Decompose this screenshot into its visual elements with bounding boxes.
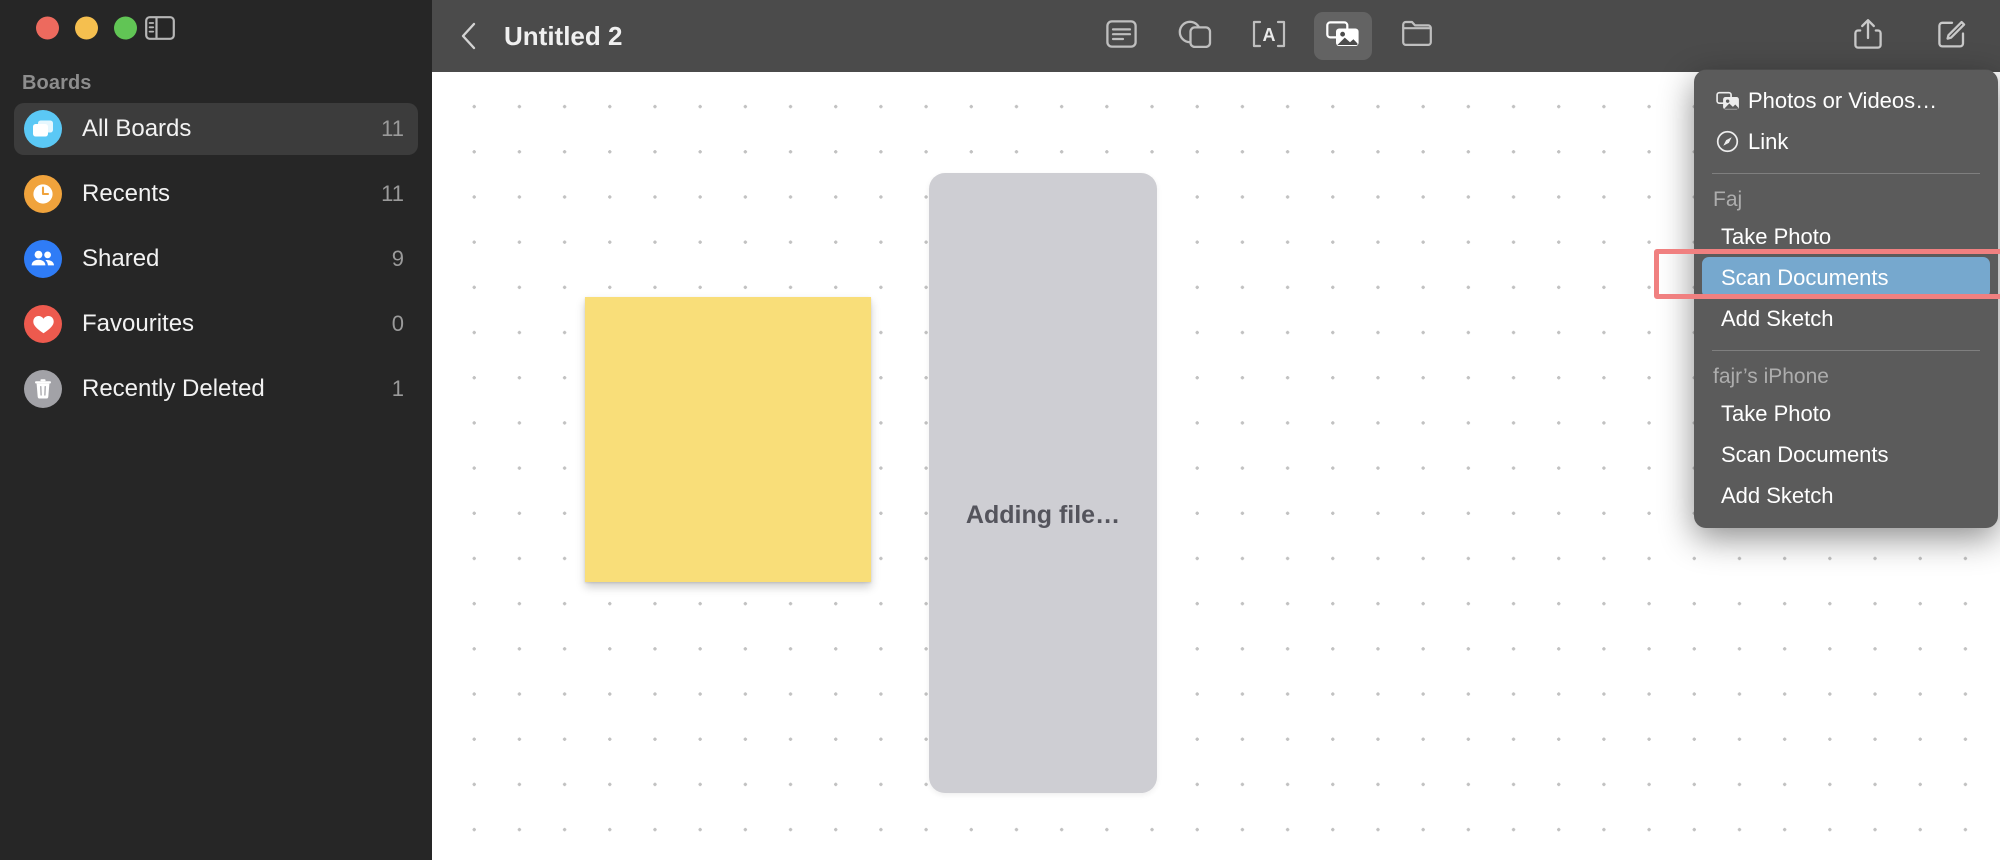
main-area: Untitled 2 A Adding file… Photos or Vide… xyxy=(432,0,2000,860)
menu-item-label: Photos or Videos… xyxy=(1748,87,1938,113)
minimize-button[interactable] xyxy=(75,16,98,40)
people-icon xyxy=(24,240,62,278)
menu-item-link[interactable]: Link xyxy=(1702,121,1990,162)
menu-item-add-sketch-faj[interactable]: Add Sketch xyxy=(1702,298,1990,339)
sidebar-item-count: 11 xyxy=(381,181,404,206)
media-icon xyxy=(1326,20,1360,53)
file-placeholder-object[interactable]: Adding file… xyxy=(929,173,1157,793)
sidebar-item-label: All Boards xyxy=(82,115,192,142)
menu-item-scan-documents-iphone[interactable]: Scan Documents xyxy=(1702,434,1990,475)
back-button[interactable] xyxy=(458,21,480,51)
sidebar-item-recently-deleted[interactable]: Recently Deleted 1 xyxy=(14,363,418,415)
close-button[interactable] xyxy=(36,16,59,40)
page-title: Untitled 2 xyxy=(504,20,623,51)
menu-item-take-photo-iphone[interactable]: Take Photo xyxy=(1702,393,1990,434)
sticky-note-object[interactable] xyxy=(585,297,871,582)
menu-item-label: Add Sketch xyxy=(1721,482,1834,508)
shapes-tool-button[interactable] xyxy=(1166,12,1224,60)
menu-group-title-faj: Faj xyxy=(1713,188,1743,211)
menu-item-scan-documents-faj[interactable]: Scan Documents xyxy=(1702,257,1990,298)
menu-item-take-photo-faj[interactable]: Take Photo xyxy=(1702,216,1990,257)
compose-icon xyxy=(1937,19,1967,54)
shapes-icon xyxy=(1178,19,1212,54)
sidebar-item-recents[interactable]: Recents 11 xyxy=(14,168,418,220)
menu-item-label: Add Sketch xyxy=(1721,305,1834,331)
menu-group-title-iphone: fajr’s iPhone xyxy=(1713,365,1829,388)
toolbar-tools: A xyxy=(1092,0,1446,72)
menu-separator xyxy=(1712,350,1980,351)
menu-item-label: Scan Documents xyxy=(1721,264,1889,290)
media-dropdown-menu: Photos or Videos… Link Faj Take Photo Sc… xyxy=(1694,70,1998,528)
menu-item-label: Take Photo xyxy=(1721,400,1832,426)
sidebar-toggle-icon[interactable] xyxy=(145,16,175,40)
file-placeholder-label: Adding file… xyxy=(965,500,1121,529)
menu-item-label: Take Photo xyxy=(1721,223,1832,249)
text-box-tool-button[interactable]: A xyxy=(1240,12,1298,60)
insert-file-tool-button[interactable] xyxy=(1388,12,1446,60)
menu-item-label: Link xyxy=(1748,128,1789,154)
sidebar-item-label: Shared xyxy=(82,245,160,272)
menu-item-label: Scan Documents xyxy=(1721,441,1889,467)
sidebar-item-label: Favourites xyxy=(82,310,195,337)
heart-icon xyxy=(24,305,62,343)
insert-file-icon xyxy=(1401,20,1433,52)
freeform-window: Boards All Boards 11 Recents 11 Shared 9… xyxy=(0,0,2000,860)
toolbar: Untitled 2 A xyxy=(432,0,2000,72)
menu-separator xyxy=(1712,173,1980,174)
sidebar-item-count: 9 xyxy=(391,246,404,271)
sticky-note-icon xyxy=(1105,19,1137,53)
sidebar-titlebar xyxy=(0,0,432,72)
menu-item-add-sketch-iphone[interactable]: Add Sketch xyxy=(1702,475,1990,516)
sidebar-item-shared[interactable]: Shared 9 xyxy=(14,233,418,285)
share-icon xyxy=(1854,18,1882,55)
sidebar-item-label: Recents xyxy=(82,180,171,207)
link-compass-icon xyxy=(1716,130,1748,153)
share-button[interactable] xyxy=(1846,12,1890,60)
sidebar-item-all-boards[interactable]: All Boards 11 xyxy=(14,103,418,155)
media-tool-button[interactable] xyxy=(1314,12,1372,60)
toolbar-right-tools xyxy=(1846,0,1974,72)
window-controls xyxy=(0,16,137,40)
zoom-button[interactable] xyxy=(114,16,137,40)
svg-text:A: A xyxy=(1263,25,1276,45)
sidebar-nav-list: All Boards 11 Recents 11 Shared 9 Favour… xyxy=(0,103,432,415)
sidebar: Boards All Boards 11 Recents 11 Shared 9… xyxy=(0,0,432,860)
sidebar-item-count: 0 xyxy=(391,311,404,336)
trash-icon xyxy=(24,370,62,408)
sidebar-item-count: 1 xyxy=(391,376,404,401)
sidebar-item-label: Recently Deleted xyxy=(82,375,265,402)
clock-icon xyxy=(24,175,62,213)
all-boards-icon xyxy=(24,110,62,148)
text-box-icon: A xyxy=(1251,20,1287,53)
sidebar-section-title: Boards xyxy=(22,72,92,94)
menu-item-photos-or-videos[interactable]: Photos or Videos… xyxy=(1702,80,1990,121)
photos-icon xyxy=(1716,91,1748,111)
sidebar-item-favourites[interactable]: Favourites 0 xyxy=(14,298,418,350)
sidebar-item-count: 11 xyxy=(381,116,404,141)
compose-button[interactable] xyxy=(1930,12,1974,60)
sticky-note-tool-button[interactable] xyxy=(1092,12,1150,60)
